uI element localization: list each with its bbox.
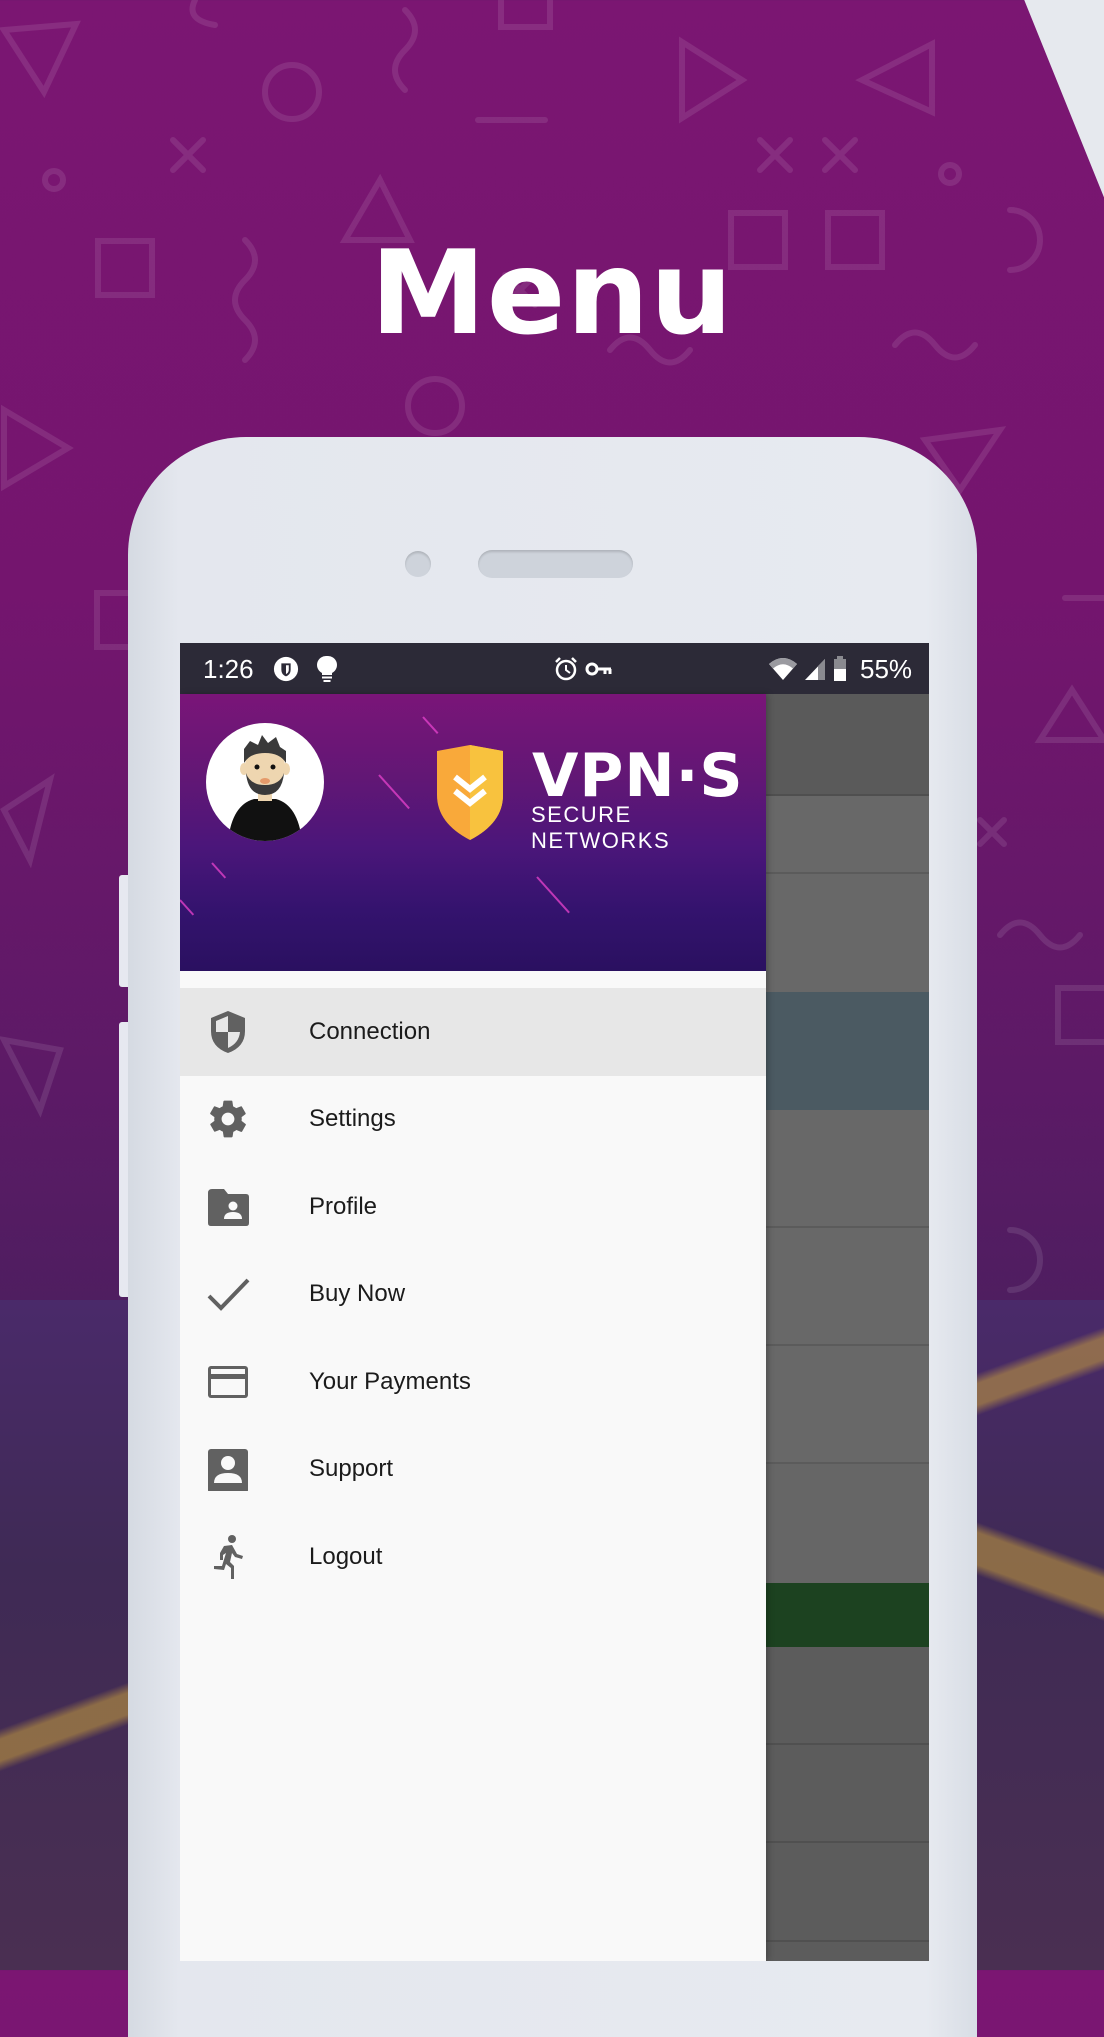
brand-tagline: SECURE NETWORKS bbox=[531, 802, 671, 853]
header-streak bbox=[180, 899, 195, 916]
alarm-icon bbox=[553, 656, 579, 682]
background-app-row bbox=[766, 1228, 929, 1346]
menu-item-logout[interactable]: Logout bbox=[180, 1513, 766, 1601]
menu-item-profile[interactable]: Profile bbox=[180, 1163, 766, 1251]
check-icon bbox=[205, 1271, 251, 1317]
phone-side-button bbox=[119, 875, 128, 987]
menu-item-settings[interactable]: Settings bbox=[180, 1076, 766, 1164]
menu-item-label: Support bbox=[309, 1455, 394, 1483]
header-streak bbox=[536, 876, 570, 914]
menu-item-support[interactable]: Support bbox=[180, 1426, 766, 1514]
background-app-row bbox=[766, 796, 929, 874]
battery-icon bbox=[832, 656, 848, 682]
credit-card-icon bbox=[205, 1359, 251, 1405]
background-app-row bbox=[766, 1346, 929, 1464]
cell-signal-icon bbox=[802, 656, 828, 682]
menu-item-label: Logout bbox=[309, 1542, 383, 1570]
header-streak bbox=[378, 774, 410, 810]
menu-item-label: Buy Now bbox=[309, 1280, 406, 1308]
lightbulb-icon bbox=[314, 655, 340, 682]
background-app-connected-bar bbox=[766, 1583, 929, 1647]
background-app-row bbox=[766, 1110, 929, 1228]
page-title: Menu bbox=[370, 225, 734, 361]
user-avatar-illustration bbox=[228, 735, 302, 841]
background-app-row bbox=[766, 1843, 929, 1942]
background-app-row-selected bbox=[766, 992, 929, 1110]
shield-icon bbox=[205, 1009, 251, 1055]
background-app-row bbox=[766, 1942, 929, 1961]
background-app-row bbox=[766, 1464, 929, 1583]
status-bar: 1:26 55% bbox=[180, 643, 929, 694]
status-time: 1:26 bbox=[203, 654, 254, 684]
vpn-key-icon bbox=[584, 656, 614, 682]
gear-icon bbox=[205, 1096, 251, 1142]
drawer-menu: Connection Settings Profile Buy Now Your… bbox=[180, 988, 766, 1601]
header-streak bbox=[422, 716, 439, 735]
folder-account-icon bbox=[205, 1184, 251, 1230]
menu-item-label: Your Payments bbox=[309, 1367, 471, 1395]
phone-side-button bbox=[119, 1022, 128, 1297]
navigation-drawer: VPN·S SECURE NETWORKS Connection Setting… bbox=[180, 694, 766, 1961]
phone-speaker bbox=[478, 550, 633, 578]
running-person-icon bbox=[205, 1534, 251, 1580]
shield-circle-icon bbox=[273, 656, 299, 682]
phone-front-camera bbox=[405, 551, 431, 577]
phone-screen: 1:26 55% VPN·S SECURE NETWORKS Connectio… bbox=[180, 643, 929, 1961]
drawer-header: VPN·S SECURE NETWORKS bbox=[180, 694, 766, 971]
account-box-icon bbox=[205, 1446, 251, 1492]
header-streak bbox=[211, 862, 227, 879]
background-app-row bbox=[766, 1647, 929, 1745]
menu-item-label: Profile bbox=[309, 1192, 378, 1220]
battery-percent: 55% bbox=[860, 654, 913, 684]
menu-item-connection[interactable]: Connection bbox=[180, 988, 766, 1076]
menu-item-your-payments[interactable]: Your Payments bbox=[180, 1338, 766, 1426]
brand-name: VPN·S bbox=[532, 741, 744, 811]
brand-shield-icon bbox=[437, 745, 503, 840]
menu-item-buy-now[interactable]: Buy Now bbox=[180, 1251, 766, 1339]
background-app-row bbox=[766, 1745, 929, 1843]
wifi-icon bbox=[768, 656, 798, 682]
menu-item-label: Settings bbox=[309, 1105, 396, 1133]
menu-item-label: Connection bbox=[309, 1017, 431, 1045]
background-app-row bbox=[766, 874, 929, 992]
avatar[interactable] bbox=[206, 723, 324, 841]
background-app-toolbar bbox=[766, 694, 929, 796]
